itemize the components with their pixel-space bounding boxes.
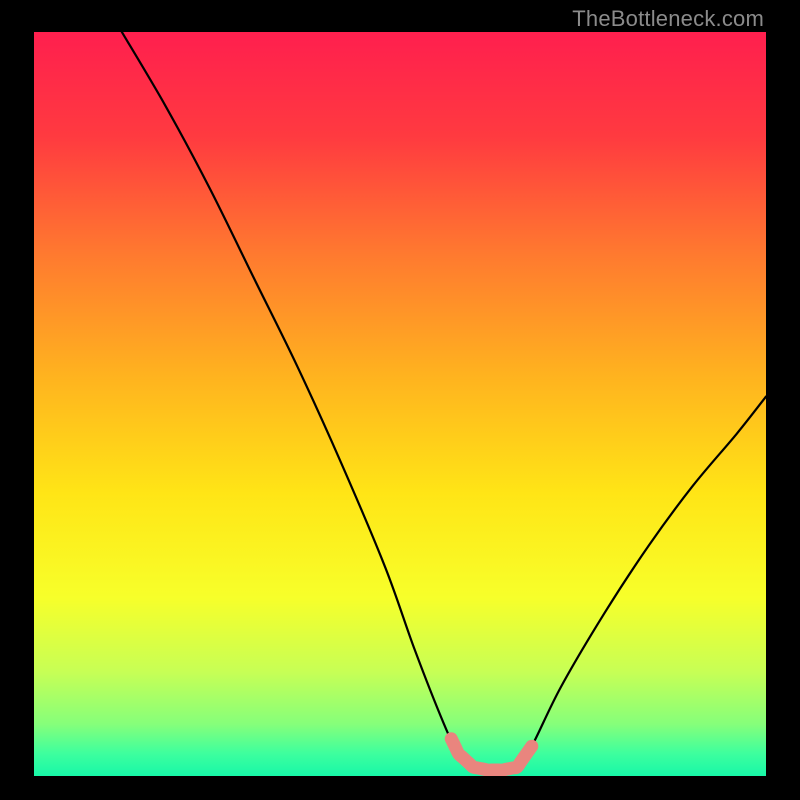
bottleneck-curve — [122, 32, 766, 770]
curve-layer — [34, 32, 766, 776]
chart-frame: TheBottleneck.com — [0, 0, 800, 800]
optimal-range-highlight — [451, 739, 532, 770]
watermark-text: TheBottleneck.com — [572, 6, 764, 32]
plot-area — [34, 32, 766, 776]
